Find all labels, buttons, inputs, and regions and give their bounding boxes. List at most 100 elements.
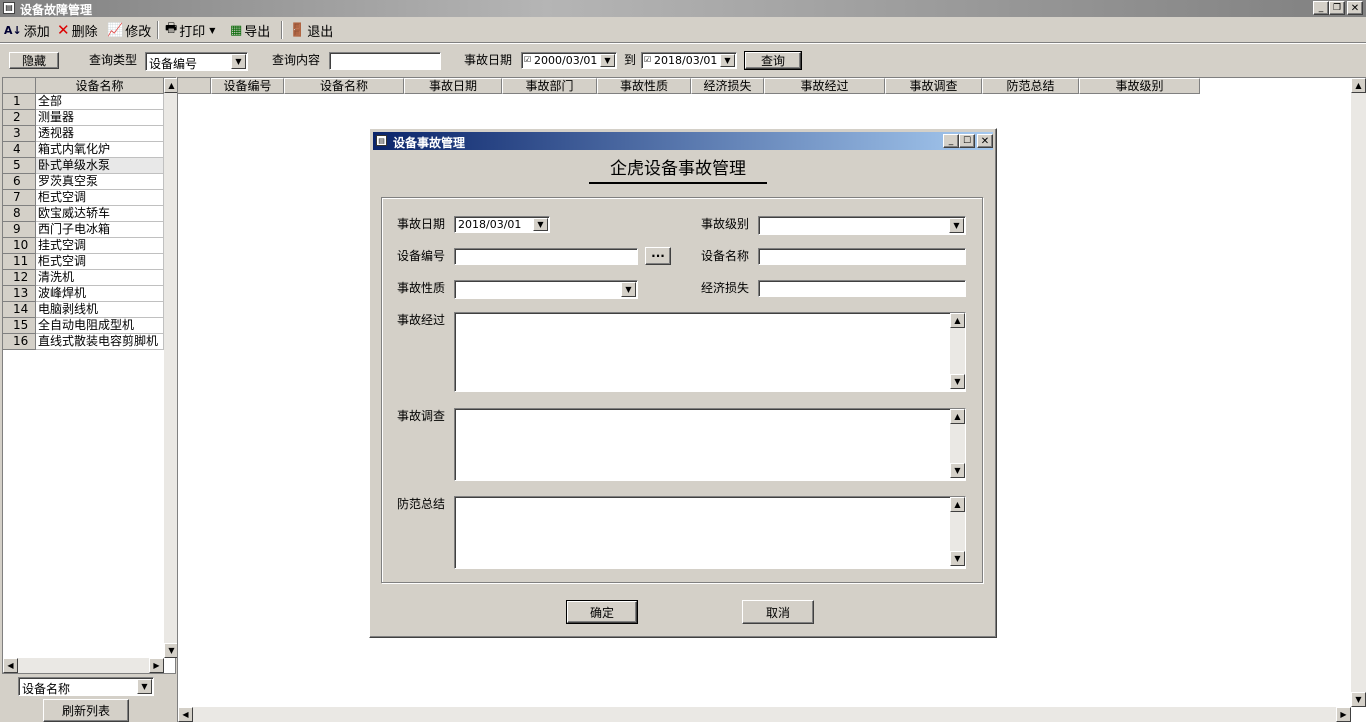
edit-button[interactable]: 📈 修改 [107, 20, 151, 40]
dialog-maximize-button[interactable]: ☐ [959, 134, 975, 148]
list-header[interactable]: 设备名称 [36, 78, 164, 94]
scroll-right-icon[interactable]: ▶ [149, 658, 164, 673]
list-item[interactable]: 13 波峰焊机 [3, 286, 164, 302]
list-filter-select[interactable]: 设备名称 ▼ [18, 677, 154, 696]
device-code-input[interactable] [454, 248, 638, 265]
device-name-cell[interactable]: 西门子电冰箱 [36, 222, 164, 238]
column-header[interactable]: 设备编号 [211, 78, 284, 94]
minimize-button[interactable]: _ [1313, 1, 1329, 15]
list-item[interactable]: 14 电脑剥线机 [3, 302, 164, 318]
list-item[interactable]: 12 清洗机 [3, 270, 164, 286]
delete-button[interactable]: ✕ 删除 [57, 20, 98, 40]
chevron-down-icon[interactable]: ▼ [533, 218, 548, 231]
accident-survey-textarea[interactable]: ▲ ▼ [454, 408, 966, 481]
accident-process-textarea[interactable]: ▲ ▼ [454, 312, 966, 392]
device-name-cell[interactable]: 电脑剥线机 [36, 302, 164, 318]
list-item[interactable]: 9 西门子电冰箱 [3, 222, 164, 238]
column-header[interactable]: 设备名称 [284, 78, 404, 94]
list-item[interactable]: 16 直线式散装电容剪脚机 [3, 334, 164, 350]
scroll-up-icon[interactable]: ▲ [950, 497, 965, 512]
list-item[interactable]: 8 欧宝威达轿车 [3, 206, 164, 222]
device-name-cell[interactable]: 透视器 [36, 126, 164, 142]
device-name-cell[interactable]: 箱式内氧化炉 [36, 142, 164, 158]
device-name-cell[interactable]: 全自动电阻成型机 [36, 318, 164, 334]
device-name-cell[interactable]: 柜式空调 [36, 254, 164, 270]
list-item[interactable]: 10 挂式空调 [3, 238, 164, 254]
column-header[interactable]: 防范总结 [982, 78, 1079, 94]
date-from-picker[interactable]: ☑ 2000/03/01 ▼ [521, 52, 617, 69]
restore-button[interactable]: ❐ [1329, 1, 1345, 15]
print-button[interactable]: 🖶 打印 ▼ [165, 20, 215, 40]
date-to-picker[interactable]: ☑ 2018/03/01 ▼ [641, 52, 737, 69]
column-header[interactable]: 事故级别 [1079, 78, 1200, 94]
device-name-cell[interactable]: 测量器 [36, 110, 164, 126]
exit-button[interactable]: 🚪 退出 [289, 20, 333, 40]
chevron-down-icon[interactable]: ▼ [600, 54, 615, 67]
list-item[interactable]: 5 卧式单级水泵 [3, 158, 164, 174]
list-item[interactable]: 11 柜式空调 [3, 254, 164, 270]
list-item[interactable]: 3 透视器 [3, 126, 164, 142]
scroll-down-icon[interactable]: ▼ [950, 374, 965, 389]
hide-button[interactable]: 隐藏 [9, 52, 59, 69]
export-button[interactable]: ▦ 导出 [230, 20, 270, 40]
cancel-button[interactable]: 取消 [742, 600, 814, 624]
browse-device-button[interactable]: ··· [645, 247, 671, 265]
query-type-select[interactable]: 设备编号 ▼ [145, 52, 248, 71]
scroll-right-icon[interactable]: ▶ [1336, 707, 1351, 722]
column-header[interactable]: 事故日期 [404, 78, 502, 94]
list-item[interactable]: 15 全自动电阻成型机 [3, 318, 164, 334]
scroll-up-icon[interactable]: ▲ [1351, 78, 1366, 93]
accident-nature-select[interactable]: ▼ [454, 280, 638, 299]
device-name-cell[interactable]: 全部 [36, 94, 164, 110]
list-item[interactable]: 2 测量器 [3, 110, 164, 126]
column-header[interactable]: 事故经过 [764, 78, 885, 94]
scroll-up-icon[interactable]: ▲ [950, 409, 965, 424]
column-header[interactable]: 经济损失 [691, 78, 764, 94]
column-header[interactable]: 事故性质 [597, 78, 691, 94]
device-name-cell[interactable]: 挂式空调 [36, 238, 164, 254]
list-horizontal-scrollbar[interactable]: ◀ ▶ [3, 658, 164, 673]
scroll-down-icon[interactable]: ▼ [950, 463, 965, 478]
chevron-down-icon[interactable]: ▼ [137, 679, 152, 694]
device-name-cell[interactable]: 罗茨真空泵 [36, 174, 164, 190]
chevron-down-icon[interactable]: ▼ [621, 282, 636, 297]
scroll-down-icon[interactable]: ▼ [950, 551, 965, 566]
column-header[interactable]: 事故调查 [885, 78, 982, 94]
accident-level-select[interactable]: ▼ [758, 216, 966, 235]
accident-date-picker[interactable]: 2018/03/01 ▼ [454, 216, 550, 233]
checkbox-icon[interactable]: ☑ [524, 55, 531, 64]
list-item[interactable]: 7 柜式空调 [3, 190, 164, 206]
chevron-down-icon[interactable]: ▼ [720, 54, 735, 67]
list-item[interactable]: 4 箱式内氧化炉 [3, 142, 164, 158]
scroll-left-icon[interactable]: ◀ [178, 707, 193, 722]
device-name-cell[interactable]: 柜式空调 [36, 190, 164, 206]
dialog-close-button[interactable]: ✕ [977, 134, 993, 148]
dialog-minimize-button[interactable]: _ [943, 134, 959, 148]
device-name-cell[interactable]: 波峰焊机 [36, 286, 164, 302]
device-name-cell[interactable]: 卧式单级水泵 [36, 158, 164, 174]
query-content-input[interactable] [329, 52, 441, 70]
refresh-list-button[interactable]: 刷新列表 [43, 699, 129, 722]
device-name-input[interactable] [758, 248, 966, 265]
scroll-up-icon[interactable]: ▲ [950, 313, 965, 328]
chevron-down-icon[interactable]: ▼ [949, 218, 964, 233]
column-header[interactable]: 事故部门 [502, 78, 597, 94]
prevention-summary-textarea[interactable]: ▲ ▼ [454, 496, 966, 569]
memo-scrollbar[interactable]: ▲ ▼ [950, 313, 965, 389]
checkbox-icon[interactable]: ☑ [644, 55, 651, 64]
list-item[interactable]: 6 罗茨真空泵 [3, 174, 164, 190]
close-button[interactable]: ✕ [1347, 1, 1363, 15]
memo-scrollbar[interactable]: ▲ ▼ [950, 497, 965, 566]
query-button[interactable]: 查询 [744, 51, 802, 70]
grid-vertical-scrollbar[interactable]: ▲ ▼ [1351, 78, 1366, 707]
device-name-cell[interactable]: 欧宝威达轿车 [36, 206, 164, 222]
memo-scrollbar[interactable]: ▲ ▼ [950, 409, 965, 478]
add-button[interactable]: A↓ 添加 [4, 20, 50, 40]
economic-loss-input[interactable] [758, 280, 966, 297]
device-name-cell[interactable]: 直线式散装电容剪脚机 [36, 334, 164, 350]
device-name-cell[interactable]: 清洗机 [36, 270, 164, 286]
ok-button[interactable]: 确定 [566, 600, 638, 624]
scroll-down-icon[interactable]: ▼ [1351, 692, 1366, 707]
scroll-left-icon[interactable]: ◀ [3, 658, 18, 673]
chevron-down-icon[interactable]: ▼ [231, 54, 246, 69]
